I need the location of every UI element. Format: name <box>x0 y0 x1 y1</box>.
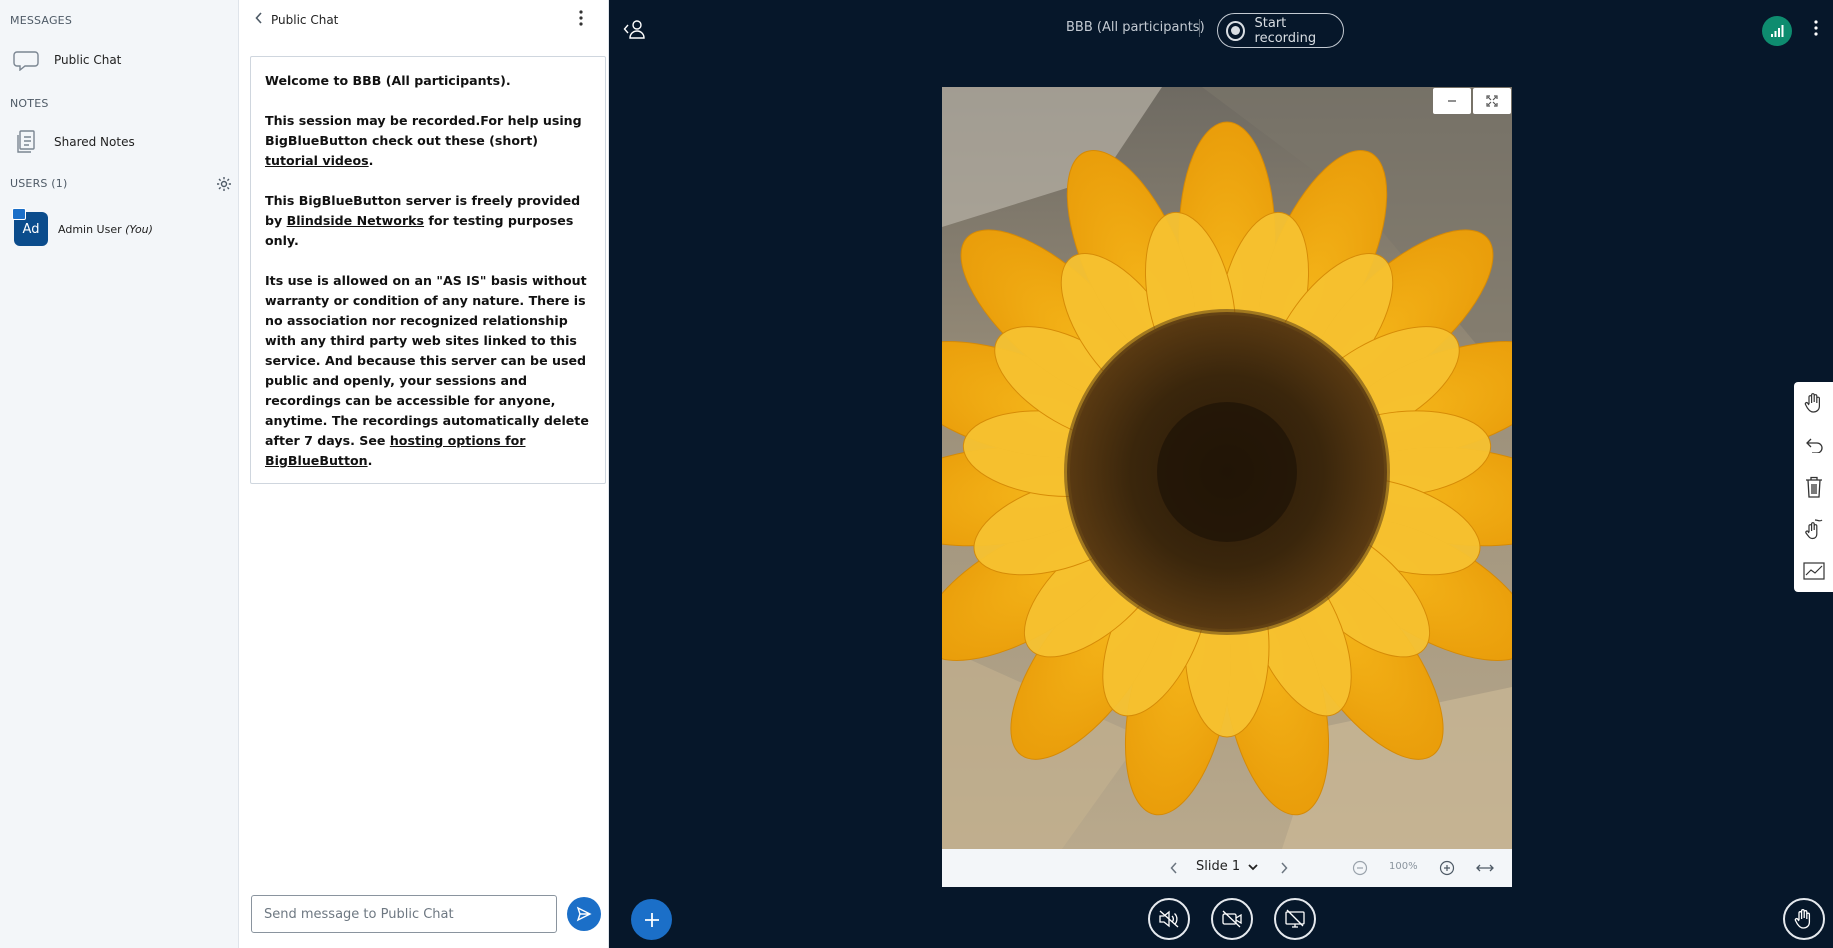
screenshare-off-icon <box>1285 909 1305 928</box>
hand-icon <box>1804 393 1820 413</box>
zoom-in-button[interactable] <box>1437 858 1457 878</box>
users-heading: USERS (1) <box>10 177 68 190</box>
presentation-slide[interactable] <box>942 87 1512 849</box>
undo-icon <box>1805 438 1823 453</box>
start-recording-button[interactable]: Start recording <box>1217 13 1344 48</box>
hide-chat-button[interactable]: Public Chat <box>255 12 338 28</box>
welcome-recording-text: This session may be recorded.For help us… <box>265 113 582 168</box>
audio-mute-icon <box>1159 910 1179 928</box>
user-item-admin[interactable]: Ad Admin User (You) <box>12 208 153 246</box>
sidebar-item-shared-notes[interactable]: Shared Notes <box>10 126 135 158</box>
multi-user-icon <box>1804 519 1822 540</box>
public-chat-label: Public Chat <box>54 53 122 67</box>
avatar: Ad <box>12 208 48 246</box>
nav-bar: BBB (All participants) Start recording <box>609 0 1833 60</box>
chevron-right-icon <box>1281 862 1288 874</box>
meeting-title: BBB (All participants) <box>1066 20 1205 35</box>
connection-status-button[interactable] <box>1762 16 1792 46</box>
previous-slide-button[interactable] <box>1164 858 1184 878</box>
zoom-in-icon <box>1439 860 1455 876</box>
video-off-icon <box>1222 910 1242 928</box>
slide-select[interactable]: Slide 1 <box>1196 859 1258 874</box>
record-icon <box>1226 20 1245 41</box>
zoom-out-button[interactable] <box>1350 858 1370 878</box>
clear-annotations-button[interactable] <box>1794 466 1833 508</box>
next-slide-button[interactable] <box>1274 858 1294 878</box>
fit-to-width-button[interactable] <box>1474 858 1496 878</box>
send-icon <box>576 906 592 922</box>
undo-button[interactable] <box>1794 424 1833 466</box>
chat-title: Public Chat <box>271 13 339 27</box>
zoom-level: 100% <box>1389 861 1418 872</box>
chat-options-icon[interactable] <box>579 10 591 30</box>
actions-button[interactable] <box>631 899 672 940</box>
notes-icon <box>10 126 42 158</box>
notes-heading: NOTES <box>10 97 49 110</box>
welcome-line: Welcome to BBB (All participants). <box>265 73 511 88</box>
raise-hand-button[interactable] <box>1783 898 1825 940</box>
blindside-networks-link[interactable]: Blindside Networks <box>287 213 424 228</box>
chat-message-input[interactable] <box>251 895 557 933</box>
title-divider <box>1199 19 1200 37</box>
presenter-icon <box>12 208 26 220</box>
plus-icon <box>644 912 659 927</box>
chevron-left-icon <box>255 12 263 28</box>
options-menu-icon[interactable] <box>1814 20 1824 42</box>
raise-hand-icon <box>1794 909 1811 929</box>
welcome-provider-text: This BigBlueButton server is freely prov… <box>265 193 581 248</box>
slide-select-value: Slide 1 <box>1196 859 1241 874</box>
whiteboard-toolbar <box>1794 382 1833 592</box>
welcome-message: Welcome to BBB (All participants). This … <box>250 56 606 484</box>
chat-icon <box>10 44 42 76</box>
sidebar-item-public-chat[interactable]: Public Chat <box>10 44 121 76</box>
shared-notes-label: Shared Notes <box>54 135 135 149</box>
minimize-presentation-button[interactable] <box>1433 88 1471 114</box>
join-audio-button[interactable] <box>1148 898 1190 940</box>
pan-tool-button[interactable] <box>1794 382 1833 424</box>
chat-header: Public Chat <box>239 8 609 32</box>
share-screen-button[interactable] <box>1274 898 1316 940</box>
messages-heading: MESSAGES <box>10 14 72 27</box>
send-message-button[interactable] <box>567 897 601 931</box>
chevron-down-icon <box>1248 863 1258 870</box>
avatar-initials: Ad <box>22 221 40 237</box>
presentation-toolbar: Slide 1 100% <box>942 849 1512 887</box>
fullscreen-button[interactable] <box>1473 88 1511 114</box>
record-label: Start recording <box>1254 15 1317 46</box>
gear-icon[interactable] <box>216 176 236 196</box>
multi-user-whiteboard-button[interactable] <box>1794 508 1833 550</box>
trash-icon <box>1805 476 1822 498</box>
fullscreen-icon <box>1486 95 1498 107</box>
join-video-button[interactable] <box>1211 898 1253 940</box>
chevron-left-icon <box>1170 862 1177 874</box>
fit-width-icon <box>1476 864 1494 872</box>
user-list-panel: MESSAGES Public Chat NOTES Shared Notes … <box>0 0 239 948</box>
chat-panel: Public Chat Welcome to BBB (All particip… <box>239 0 609 948</box>
signal-bars-icon <box>1771 25 1784 37</box>
toggle-user-list-icon[interactable] <box>623 18 651 42</box>
chart-icon <box>1802 562 1825 580</box>
minus-icon <box>1448 100 1456 102</box>
zoom-out-icon <box>1352 860 1368 876</box>
user-name: Admin User (You) <box>58 222 153 236</box>
sunflower-image <box>942 87 1512 849</box>
tutorial-videos-link[interactable]: tutorial videos <box>265 153 369 168</box>
welcome-disclaimer-text: Its use is allowed on an "AS IS" basis w… <box>265 273 589 468</box>
polling-button[interactable] <box>1794 550 1833 592</box>
